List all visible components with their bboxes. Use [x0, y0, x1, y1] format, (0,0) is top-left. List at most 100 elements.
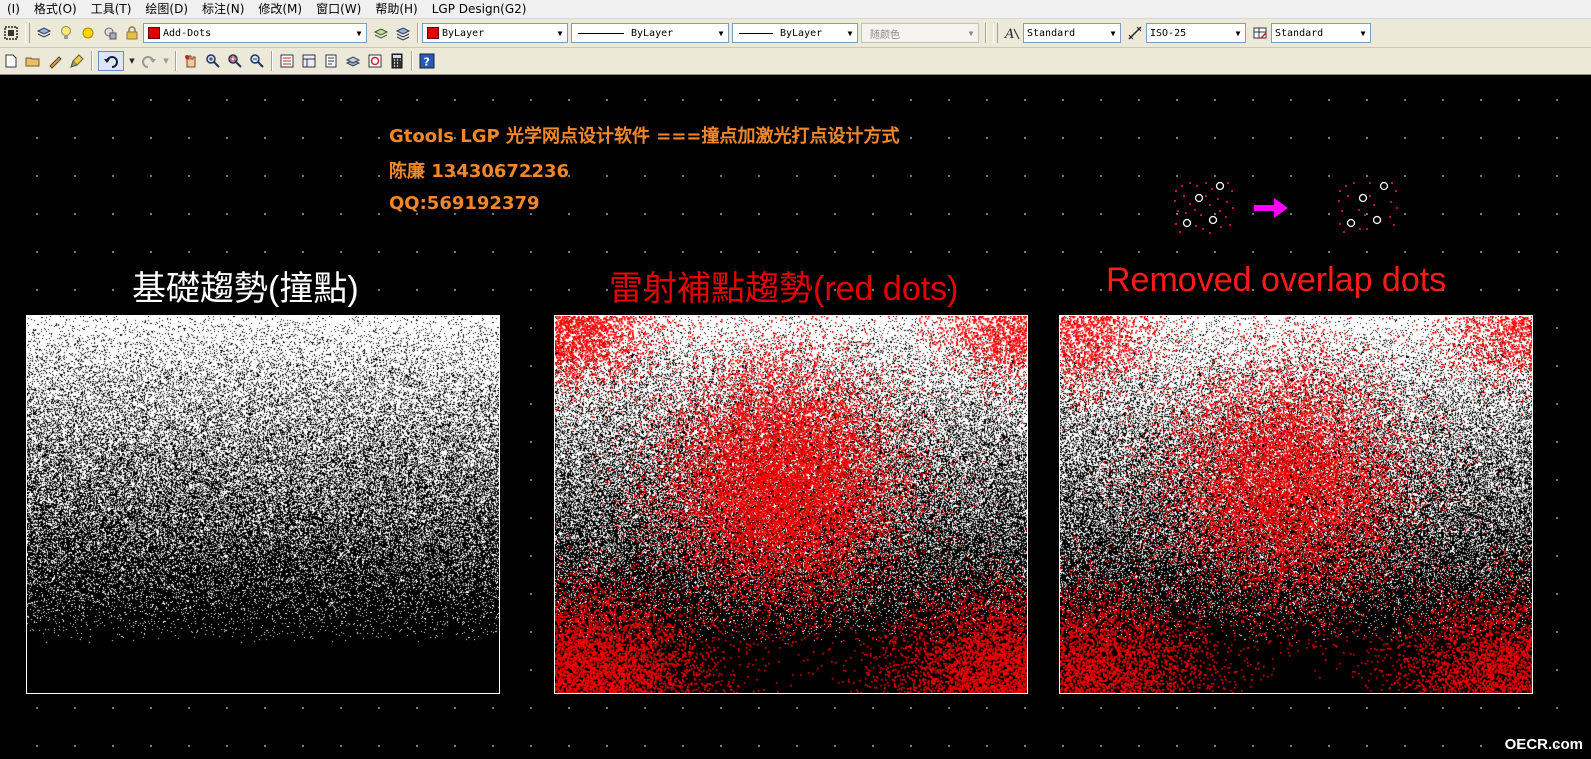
- lineweight-dropdown[interactable]: ByLayer ▼: [732, 23, 858, 43]
- plotstyle-dropdown: 随颜色 ▼: [861, 23, 979, 43]
- svg-text:A: A: [1004, 27, 1014, 41]
- chevron-down-icon[interactable]: ▼: [1231, 24, 1245, 42]
- white-dot: [1379, 181, 1389, 191]
- white-dot: [1208, 215, 1218, 225]
- help-icon[interactable]: ?: [418, 52, 436, 70]
- redo-list-chevron-icon: ▼: [163, 57, 169, 65]
- design-center-icon[interactable]: [300, 52, 318, 70]
- layer-previous-icon[interactable]: [394, 24, 412, 42]
- toolbar-separator: [411, 51, 413, 71]
- match-properties-icon[interactable]: [2, 24, 20, 42]
- svg-text:?: ?: [424, 56, 430, 69]
- zoom-window-icon[interactable]: [226, 52, 244, 70]
- brush-icon[interactable]: [68, 52, 86, 70]
- make-layer-current-icon[interactable]: [372, 24, 390, 42]
- pan-icon[interactable]: [182, 52, 200, 70]
- new-file-icon[interactable]: [2, 52, 20, 70]
- linetype-value: ByLayer: [631, 27, 674, 39]
- menu-modify[interactable]: 修改(M): [251, 0, 309, 18]
- undo-icon[interactable]: [98, 51, 124, 71]
- overlap-removal-diagram: [1174, 181, 1398, 234]
- laser-dot-pattern: [555, 316, 1027, 693]
- panel-title-laser-trend: 雷射補點趨勢(red dots): [609, 270, 959, 308]
- table-style-value: Standard: [1275, 27, 1324, 39]
- header-contact-qq: QQ:569192379: [389, 193, 540, 214]
- white-dot: [1358, 193, 1368, 203]
- white-dot: [1182, 218, 1192, 228]
- chevron-down-icon[interactable]: ▼: [843, 24, 857, 42]
- standard-toolbar: ▼ ▼ ?: [0, 48, 1591, 75]
- watermark: OECR.com: [1504, 736, 1583, 753]
- zoom-realtime-icon[interactable]: [204, 52, 222, 70]
- toolbar-separator: [985, 23, 987, 43]
- properties-icon[interactable]: [278, 52, 296, 70]
- white-dot: [1194, 193, 1204, 203]
- layer-name: Add-Dots: [163, 27, 212, 39]
- sheet-set-icon[interactable]: [344, 52, 362, 70]
- table-style-icon[interactable]: [1251, 24, 1269, 42]
- text-style-dropdown[interactable]: Standard ▼: [1023, 23, 1121, 43]
- panel-base-dots[interactable]: [26, 315, 500, 694]
- white-dot: [1215, 181, 1225, 191]
- layer-manager-icon[interactable]: [35, 24, 53, 42]
- markup-icon[interactable]: [366, 52, 384, 70]
- open-file-icon[interactable]: [24, 52, 42, 70]
- table-style-dropdown[interactable]: Standard ▼: [1271, 23, 1371, 43]
- layer-color-swatch: [148, 27, 160, 39]
- color-value: ByLayer: [442, 27, 485, 39]
- properties-toolbar: Add-Dots ▼ ByLayer ▼ ByLayer ▼ ByLayer ▼…: [0, 19, 1591, 48]
- arrow-right-icon: [1254, 198, 1288, 218]
- zoom-previous-icon[interactable]: [248, 52, 266, 70]
- chevron-down-icon[interactable]: ▼: [352, 24, 366, 42]
- text-style-icon[interactable]: A: [1003, 24, 1021, 42]
- menu-window[interactable]: 窗口(W): [309, 0, 368, 18]
- layer-dropdown[interactable]: Add-Dots ▼: [143, 23, 367, 43]
- chevron-down-icon[interactable]: ▼: [553, 24, 567, 42]
- toolbar-grip[interactable]: [993, 23, 998, 43]
- layer-lock-icon[interactable]: [123, 24, 141, 42]
- menu-tools[interactable]: 工具(T): [84, 0, 139, 18]
- base-dot-pattern: [27, 316, 499, 693]
- menu-lgp-design[interactable]: LGP Design(G2): [425, 0, 534, 18]
- chevron-down-icon[interactable]: ▼: [714, 24, 728, 42]
- layer-on-bulb-icon[interactable]: [57, 24, 75, 42]
- before-dot-cluster: [1174, 181, 1234, 234]
- layer-viewport-icon[interactable]: [101, 24, 119, 42]
- white-dot: [1372, 215, 1382, 225]
- dim-style-icon[interactable]: [1126, 24, 1144, 42]
- linetype-preview: [578, 32, 624, 34]
- layer-thaw-sun-icon[interactable]: [79, 24, 97, 42]
- color-swatch: [427, 27, 439, 39]
- lineweight-preview: [739, 32, 773, 34]
- menu-draw[interactable]: 绘图(D): [138, 0, 195, 18]
- menu-insert[interactable]: (I): [0, 0, 27, 18]
- chevron-down-icon[interactable]: ▼: [1356, 24, 1370, 42]
- panel-removed-overlap-dots[interactable]: [1059, 315, 1533, 694]
- panel-title-removed-overlap: Removed overlap dots: [1106, 261, 1447, 299]
- redo-icon: [140, 52, 158, 70]
- after-dot-cluster: [1338, 181, 1398, 233]
- chevron-down-icon: ▼: [968, 28, 974, 38]
- removed-overlap-dot-pattern: [1060, 316, 1532, 693]
- dim-style-dropdown[interactable]: ISO-25 ▼: [1146, 23, 1246, 43]
- dim-style-value: ISO-25: [1150, 27, 1187, 39]
- menu-format[interactable]: 格式(O): [27, 0, 84, 18]
- menu-help[interactable]: 帮助(H): [368, 0, 424, 18]
- panel-laser-dots[interactable]: [554, 315, 1028, 694]
- pencil-icon[interactable]: [46, 52, 64, 70]
- toolbar-separator: [91, 51, 93, 71]
- undo-list-chevron-icon[interactable]: ▼: [128, 52, 136, 70]
- color-dropdown[interactable]: ByLayer ▼: [422, 23, 568, 43]
- drawing-canvas[interactable]: Gtools LGP 光学网点设计软件 ===撞点加激光打点设计方式 陈廉 13…: [0, 75, 1591, 759]
- linetype-dropdown[interactable]: ByLayer ▼: [571, 23, 729, 43]
- toolbar-separator: [271, 51, 273, 71]
- panel-title-base-trend: 基礎趨勢(撞點): [132, 270, 359, 308]
- toolbar-separator: [417, 23, 419, 43]
- menu-bar: (I) 格式(O) 工具(T) 绘图(D) 标注(N) 修改(M) 窗口(W) …: [0, 0, 1591, 19]
- tool-palettes-icon[interactable]: [322, 52, 340, 70]
- toolbar-separator: [175, 51, 177, 71]
- calculator-icon[interactable]: [388, 52, 406, 70]
- toolbar-grip[interactable]: [25, 23, 30, 43]
- chevron-down-icon[interactable]: ▼: [1106, 24, 1120, 42]
- menu-dimension[interactable]: 标注(N): [195, 0, 251, 18]
